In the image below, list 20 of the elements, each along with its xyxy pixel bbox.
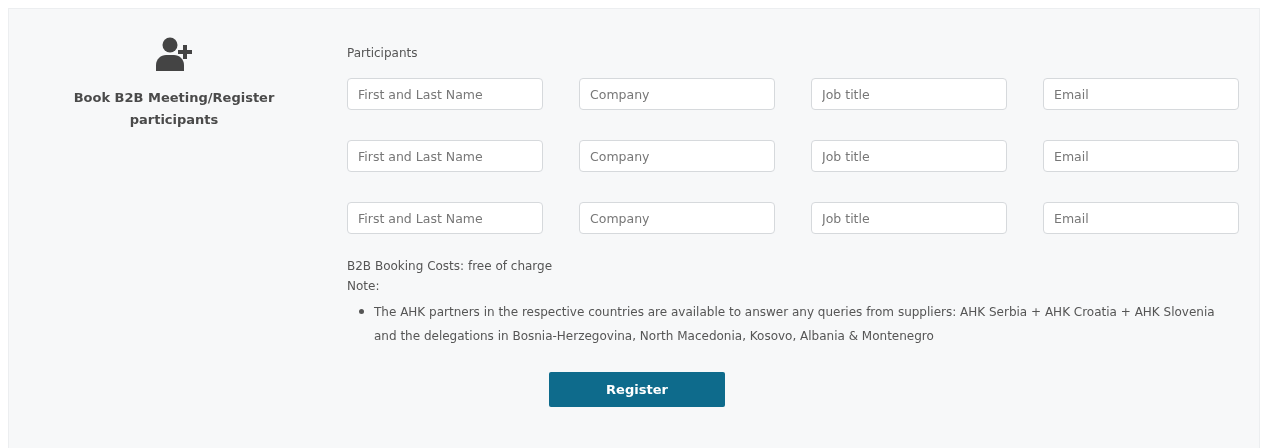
- input-field[interactable]: Email: [1043, 140, 1239, 172]
- input-field[interactable]: Job title: [811, 78, 1007, 110]
- input-field[interactable]: Company: [579, 140, 775, 172]
- input-field[interactable]: Email: [1043, 78, 1239, 110]
- input-field[interactable]: First and Last Name: [347, 78, 543, 110]
- input-field[interactable]: Job title: [811, 202, 1007, 234]
- input-field[interactable]: Company: [579, 202, 775, 234]
- input-field[interactable]: Job title: [811, 140, 1007, 172]
- input-field[interactable]: Company: [579, 78, 775, 110]
- section-title: Book B2B Meeting/Register participants: [72, 89, 276, 129]
- input-field[interactable]: First and Last Name: [347, 140, 543, 172]
- field-label: Participants: [347, 45, 419, 62]
- cost-text: B2B Booking Costs: free of charge: [347, 258, 554, 275]
- input-field[interactable]: First and Last Name: [347, 202, 543, 234]
- input-field[interactable]: Email: [1043, 202, 1239, 234]
- note-label: Note:: [347, 278, 381, 295]
- add-user-icon: [155, 37, 193, 71]
- register-button[interactable]: Register: [549, 372, 725, 407]
- note-text: The AHK partners in the respective countries are available to answer any queries from suppliers: AHK Serbia + AHK Croatia + AHK Slovenia and the delegations in Bosnia-Herzegovina, North Macedonia, Kosovo, Albania & Montenegro: [374, 304, 1216, 345]
- bullet-icon: [359, 309, 364, 314]
